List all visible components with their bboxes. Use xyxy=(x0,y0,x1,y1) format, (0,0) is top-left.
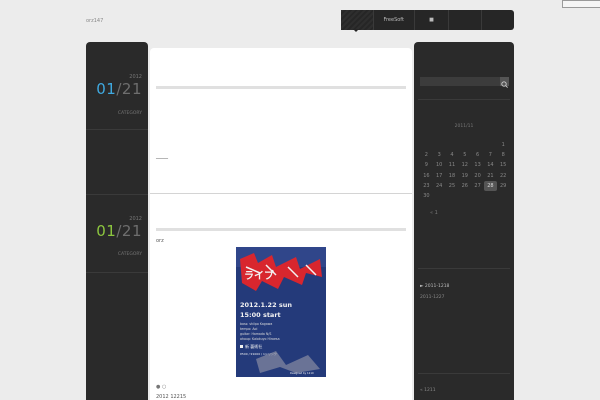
calendar-day[interactable]: 26 xyxy=(458,181,471,191)
post-body: orz xyxy=(156,238,164,244)
calendar-day[interactable]: 10 xyxy=(433,160,446,170)
archive-link[interactable]: ► 2011-1218 xyxy=(420,284,449,289)
calendar-day[interactable]: 19 xyxy=(458,171,471,181)
divider xyxy=(86,194,148,195)
calendar-day xyxy=(458,191,471,201)
calendar-day[interactable]: 6 xyxy=(471,150,484,160)
calendar-week: 23 24 25 26 27 28 29 xyxy=(420,180,510,191)
calendar-day[interactable]: 18 xyxy=(446,171,459,181)
nav-item-freesoft[interactable]: FreeSoft xyxy=(374,10,415,30)
search-icon xyxy=(501,81,508,88)
calendar-nav-link[interactable]: « 1 xyxy=(430,210,438,216)
poster-lineup-1: bass: shiipo Kagawa xyxy=(240,322,272,326)
calendar-day[interactable]: 20 xyxy=(471,171,484,181)
poster-time: 15:00 start xyxy=(240,311,281,319)
post-title[interactable] xyxy=(156,228,406,231)
nav-active-caret-icon xyxy=(353,29,359,32)
nav-item-4[interactable] xyxy=(449,10,483,30)
calendar-day[interactable]: 1 xyxy=(497,140,510,150)
calendar-day[interactable]: 24 xyxy=(433,181,446,191)
poster-title-art: ライブ xyxy=(244,269,274,282)
calendar-day xyxy=(484,140,497,150)
divider xyxy=(418,99,510,100)
calendar-day[interactable]: 28 xyxy=(483,180,497,191)
calendar-day[interactable]: 5 xyxy=(458,150,471,160)
post-footer-marker: ● ○ xyxy=(156,384,167,390)
calendar-week: 30 xyxy=(420,191,510,201)
main-nav: FreeSoft ■ xyxy=(341,10,514,30)
calendar-day[interactable]: 25 xyxy=(446,181,459,191)
site-title[interactable]: orz147 xyxy=(86,18,103,24)
calendar-day[interactable]: 30 xyxy=(420,191,433,201)
nav-item-1[interactable] xyxy=(341,10,374,30)
calendar-day[interactable]: 11 xyxy=(446,160,459,170)
calendar-day[interactable]: 29 xyxy=(497,181,510,191)
top-right-field[interactable] xyxy=(562,0,600,8)
search-button[interactable] xyxy=(500,77,509,88)
calendar-day xyxy=(446,140,459,150)
calendar-day xyxy=(433,140,446,150)
divider xyxy=(418,373,510,374)
calendar-week: 2345678 xyxy=(420,150,510,160)
search-input[interactable] xyxy=(420,77,500,86)
calendar-day xyxy=(471,191,484,201)
calendar-day[interactable]: 12 xyxy=(458,160,471,170)
divider xyxy=(86,129,148,130)
calendar-day[interactable]: 3 xyxy=(433,150,446,160)
post-divider xyxy=(150,193,412,194)
event-poster-image[interactable]: ライブ 2012.1.22 sun 15:00 start bass: shii… xyxy=(236,247,326,377)
nav-item-3[interactable]: ■ xyxy=(415,10,450,30)
date-column: 2012 01/21 CATEGORY 2012 01/21 CATEGORY xyxy=(86,42,148,400)
calendar-day xyxy=(420,140,433,150)
calendar-day[interactable]: 4 xyxy=(446,150,459,160)
calendar-day xyxy=(497,191,510,201)
calendar-day xyxy=(446,191,459,201)
calendar: 1 2 3 4 5 6 7 8 9 10 11 12 13 14 15 16 17 18 19 20 21 22 23 24 2… xyxy=(420,140,510,201)
calendar-day[interactable]: 15 xyxy=(497,160,510,170)
poster-lineup-4: ahoup: Kaiokuyo Hiroesa xyxy=(240,337,280,341)
nav-item-5[interactable] xyxy=(482,10,514,30)
post-title[interactable] xyxy=(156,86,406,89)
poster-venue: 新 藝術社 xyxy=(245,343,262,349)
poster-date: 2012.1.22 sun xyxy=(240,301,292,309)
sidebar: 2011/11 1 2 3 4 5 6 7 8 9 10 11 12 13 14 15 16 17 18 19 20 2… xyxy=(414,42,514,400)
post-date-big: 01/21 xyxy=(96,80,142,98)
post-date-big: 01/21 xyxy=(96,222,142,240)
divider xyxy=(418,268,510,269)
calendar-day xyxy=(471,140,484,150)
calendar-caption: 2011/11 xyxy=(454,124,474,129)
poster-lineup-3: guitar: Hamada N/S xyxy=(240,332,271,336)
calendar-day[interactable]: 16 xyxy=(420,171,433,181)
calendar-day[interactable]: 8 xyxy=(497,150,510,160)
post-category[interactable]: CATEGORY xyxy=(118,252,142,257)
sidebar-footer-link[interactable]: « 1211 xyxy=(420,388,436,393)
calendar-day[interactable]: 22 xyxy=(497,171,510,181)
calendar-day xyxy=(458,140,471,150)
post-body: ──── xyxy=(156,156,169,162)
calendar-day[interactable]: 27 xyxy=(471,181,484,191)
calendar-day[interactable]: 17 xyxy=(433,171,446,181)
calendar-week: 9 10 11 12 13 14 15 xyxy=(420,160,510,170)
post-footer-date: 2012 12215 xyxy=(156,394,187,400)
calendar-week: 16 17 18 19 20 21 22 xyxy=(420,171,510,181)
calendar-day[interactable]: 7 xyxy=(484,150,497,160)
calendar-day xyxy=(484,191,497,201)
poster-lineup-2: tempo: Aoi xyxy=(240,327,257,331)
calendar-week: 1 xyxy=(420,140,510,150)
calendar-day[interactable]: 13 xyxy=(471,160,484,170)
main-content: ──── orz ライブ 2012.1.22 sun 15:00 start b… xyxy=(150,48,412,400)
post-category[interactable]: CATEGORY xyxy=(118,111,142,116)
calendar-day[interactable]: 23 xyxy=(420,181,433,191)
calendar-day xyxy=(433,191,446,201)
divider xyxy=(86,272,148,273)
calendar-day[interactable]: 21 xyxy=(484,171,497,181)
calendar-day[interactable]: 14 xyxy=(484,160,497,170)
poster-designer-note: Designed by 1210 xyxy=(290,371,314,375)
calendar-day[interactable]: 2 xyxy=(420,150,433,160)
calendar-day[interactable]: 9 xyxy=(420,160,433,170)
archive-link[interactable]: 2011-1227 xyxy=(420,295,445,300)
